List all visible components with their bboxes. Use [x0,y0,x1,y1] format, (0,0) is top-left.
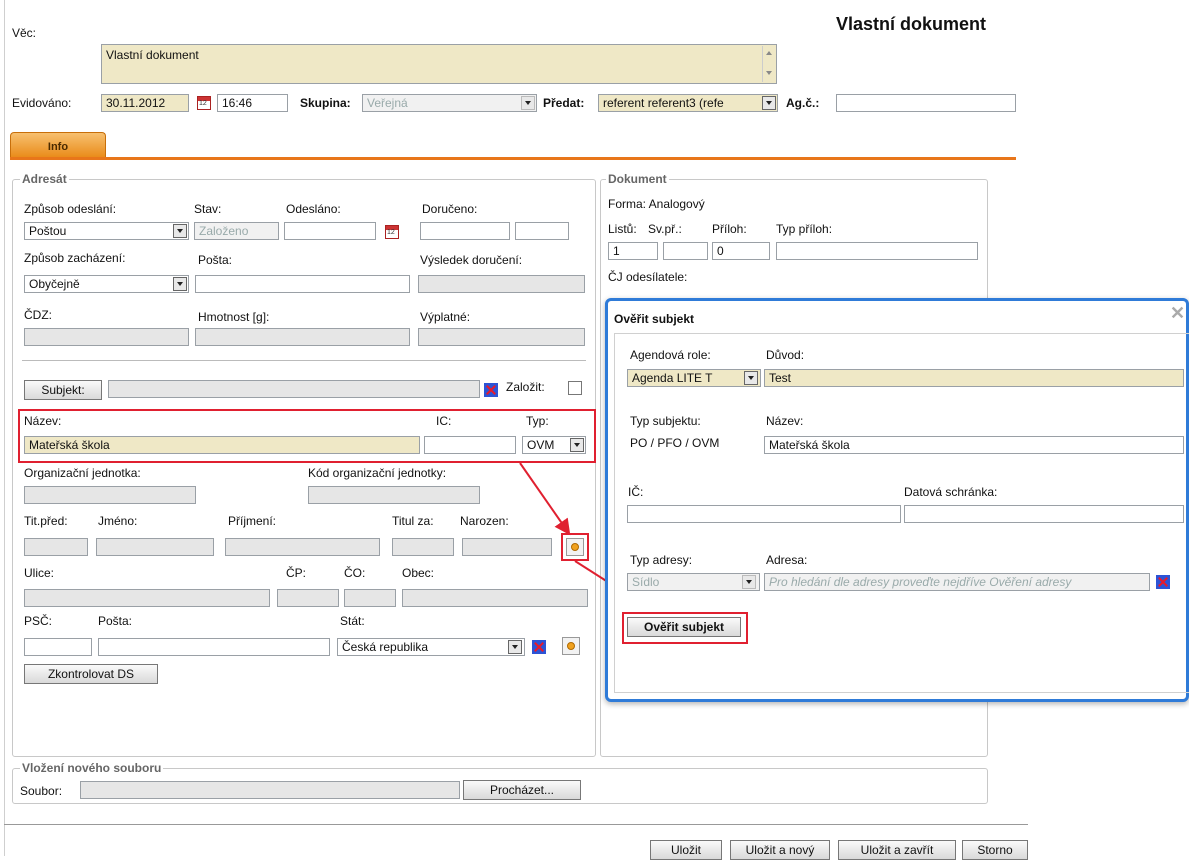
dialog-title: Ověřit subjekt [614,312,695,326]
adresa-placeholder: Pro hledání dle adresy proveďte nejdříve… [769,575,1072,589]
typ-subjektu-value: PO / PFO / OVM [630,436,720,450]
dialog-nazev-input[interactable]: Mateřská škola [764,436,1184,454]
typ-adresy-label: Typ adresy: [630,553,693,567]
dialog-ic-input[interactable] [627,505,901,523]
agendova-role-dropdown-icon[interactable] [744,371,758,385]
datova-schranka-label: Datová schránka: [904,485,998,499]
agendova-role-select[interactable]: Agenda LITE T [627,369,761,387]
submit-highlight-box [622,612,748,644]
typ-adresy-value: Sídlo [632,575,660,589]
typ-adresy-dropdown-icon[interactable] [742,575,756,589]
duvod-input[interactable]: Test [764,369,1184,387]
dialog-ic-label: IČ: [628,485,644,499]
datova-schranka-input[interactable] [904,505,1184,523]
adresa-label: Adresa: [766,553,808,567]
typ-subjektu-label: Typ subjektu: [630,414,701,428]
dialog-nazev-label: Název: [766,414,804,428]
agendova-role-label: Agendová role: [630,348,711,362]
arrow-to-action-icon [519,462,571,536]
typ-adresy-select[interactable]: Sídlo [627,573,760,591]
adresa-clear-icon[interactable] [1156,575,1170,589]
page: Vlastní dokument Věc: Vlastní dokument E… [0,0,1189,860]
adresa-input[interactable]: Pro hledání dle adresy proveďte nejdříve… [764,573,1150,591]
agendova-role-value: Agenda LITE T [632,371,713,385]
duvod-label: Důvod: [766,348,805,362]
dialog-close-icon[interactable]: ✕ [1170,304,1186,322]
